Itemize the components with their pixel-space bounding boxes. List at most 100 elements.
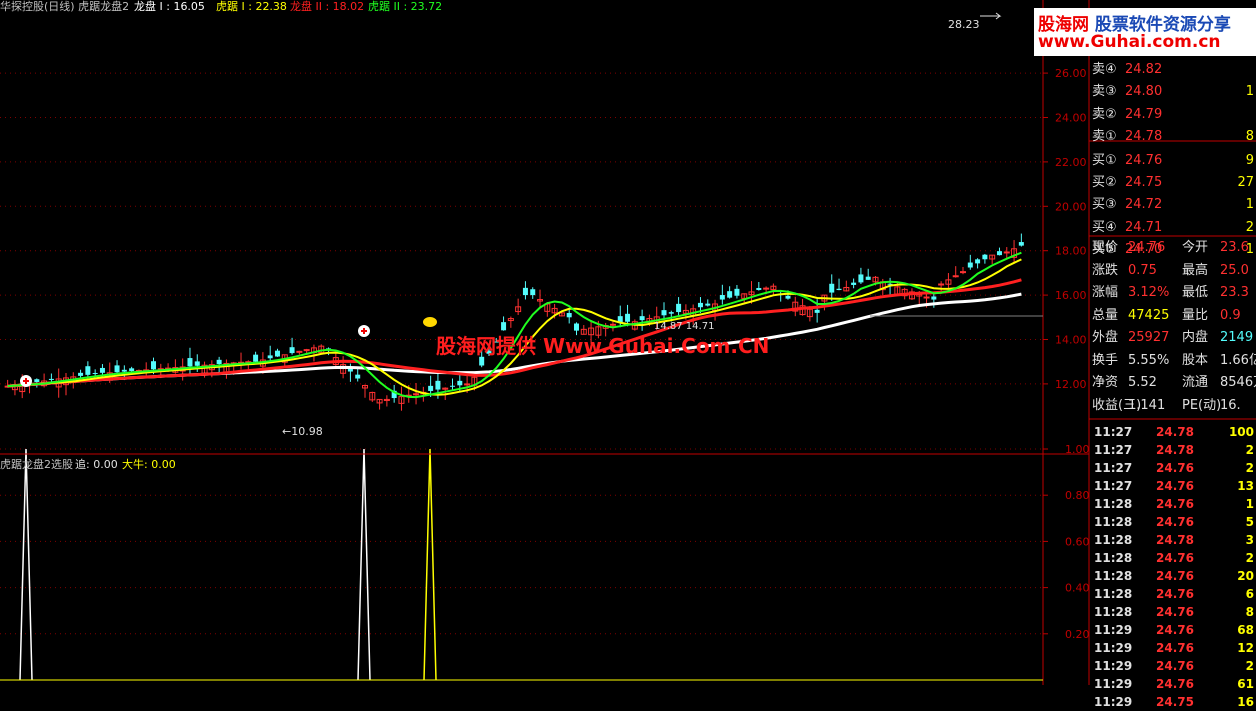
signal-spike	[423, 448, 437, 681]
candle-body	[121, 369, 127, 372]
quote-row: 涨跌 0.75 最高 25.0	[1092, 260, 1256, 282]
tick-price: 24.76	[1156, 461, 1194, 475]
stat-value: 5.52	[1128, 375, 1157, 390]
signal-spike	[19, 448, 33, 681]
tick-volume: 2	[1245, 551, 1254, 565]
candle-body	[464, 383, 471, 386]
quote-row: 买④ 24.71 2	[1092, 217, 1256, 239]
tick-volume: 2	[1245, 461, 1254, 475]
candle-body	[253, 354, 259, 362]
stat-value: 0.75	[1128, 262, 1157, 278]
tick-price: 24.76	[1156, 677, 1194, 691]
tick-time: 11:27	[1094, 479, 1133, 493]
order-volume: 1	[1245, 197, 1254, 213]
candle-body	[931, 296, 937, 300]
stat-value: 23.6	[1220, 240, 1249, 255]
stat-value: 1.141	[1128, 397, 1166, 413]
stat-label: PE(动)	[1182, 397, 1222, 413]
tick-volume: 12	[1237, 641, 1254, 655]
price-axis-label: 24.00	[1055, 112, 1087, 125]
order-price: 24.80	[1125, 84, 1163, 100]
candle-body	[413, 393, 420, 396]
tick-row: 11:29 24.76 12	[1092, 639, 1256, 657]
stat-value: 3.12%	[1128, 285, 1170, 300]
quote-row: 外盘 25927 内盘 2149	[1092, 327, 1256, 349]
high-price-label: 28.23	[948, 18, 980, 31]
indicator-daniu: 大牛: 0.00	[122, 458, 176, 471]
stat-label: 今开	[1182, 240, 1209, 255]
candle-body	[92, 372, 98, 374]
candle-body	[187, 358, 193, 367]
tick-price: 24.75	[1156, 695, 1194, 709]
tick-volume: 6	[1245, 587, 1254, 601]
quote-row: 收益(三) 1.141 PE(动) 16.	[1092, 395, 1256, 417]
order-level-label: 卖③	[1092, 84, 1117, 100]
price-axis-label: 18.00	[1055, 245, 1087, 258]
tick-price: 24.76	[1156, 587, 1194, 601]
quote-row: 卖① 24.78 8	[1092, 126, 1256, 148]
stat-label: 最低	[1182, 285, 1209, 300]
tick-row: 11:28 24.76 2	[1092, 549, 1256, 567]
tick-row: 11:27 24.76 13	[1092, 477, 1256, 495]
candle-body	[697, 302, 703, 308]
order-level-label: 买②	[1092, 175, 1117, 190]
order-volume: 27	[1237, 175, 1254, 190]
candle-body	[975, 259, 981, 264]
price-axis-label: 26.00	[1055, 67, 1087, 80]
stat-label: 最高	[1182, 262, 1209, 278]
quote-row: 买① 24.76 9	[1092, 150, 1256, 172]
candle-body	[982, 254, 988, 260]
candle-body	[85, 366, 91, 375]
candle-body	[938, 283, 945, 286]
tick-price: 24.78	[1156, 443, 1194, 457]
stat-label: 涨幅	[1092, 285, 1119, 300]
candle-body	[952, 275, 959, 278]
candle-body	[296, 350, 303, 353]
candle-body	[216, 359, 222, 365]
legend-ma-4: 虎踞 II : 23.72	[368, 0, 443, 13]
order-level-label: 卖④	[1092, 62, 1117, 77]
tick-time: 11:29	[1094, 659, 1133, 673]
candle-body	[851, 282, 857, 285]
order-price: 24.82	[1125, 62, 1163, 77]
tick-price: 24.76	[1156, 569, 1194, 583]
order-level-label: 买④	[1092, 219, 1117, 235]
candle-body	[267, 355, 273, 359]
tick-time: 11:27	[1094, 461, 1133, 475]
quote-row: 买③ 24.72 1	[1092, 194, 1256, 216]
stat-value: 23.3	[1220, 285, 1249, 300]
order-volume: 9	[1245, 152, 1254, 168]
candle-body	[858, 274, 864, 283]
tick-row: 11:28 24.76 1	[1092, 495, 1256, 513]
indicator-axis-label: 0.40	[1065, 582, 1090, 595]
candle-body	[639, 316, 645, 321]
site-logo: 股海网 股票软件资源分享 www.Guhai.com.cn	[1034, 8, 1256, 56]
candle-body	[450, 385, 456, 387]
stat-label: 量比	[1182, 307, 1209, 323]
candle-body	[530, 289, 536, 296]
tick-price: 24.76	[1156, 641, 1194, 655]
candle-body	[151, 361, 157, 370]
tick-time: 11:29	[1094, 677, 1133, 691]
candle-body	[996, 251, 1002, 256]
tick-row: 11:27 24.76 2	[1092, 459, 1256, 477]
tick-volume: 5	[1245, 515, 1254, 529]
candle-body	[194, 361, 200, 366]
order-price: 24.72	[1125, 197, 1163, 213]
tick-volume: 8	[1245, 605, 1254, 619]
order-volume: 1	[1245, 84, 1254, 100]
tick-time: 11:28	[1094, 569, 1133, 583]
order-price: 24.76	[1125, 152, 1163, 168]
stat-label: 内盘	[1182, 330, 1209, 345]
tick-row: 11:28 24.76 6	[1092, 585, 1256, 603]
tick-volume: 13	[1237, 479, 1254, 493]
indicator-zhui: 追: 0.00	[75, 458, 118, 471]
stat-label: 总量	[1092, 307, 1119, 323]
indicator-axis-label: 0.20	[1065, 628, 1090, 641]
stat-value: 8546万	[1220, 375, 1256, 390]
candle-body	[34, 379, 40, 383]
tick-row: 11:29 24.75 16	[1092, 693, 1256, 711]
tick-row: 11:27 24.78 100	[1092, 423, 1256, 441]
tick-price: 24.78	[1156, 425, 1194, 439]
tick-time: 11:28	[1094, 533, 1133, 547]
